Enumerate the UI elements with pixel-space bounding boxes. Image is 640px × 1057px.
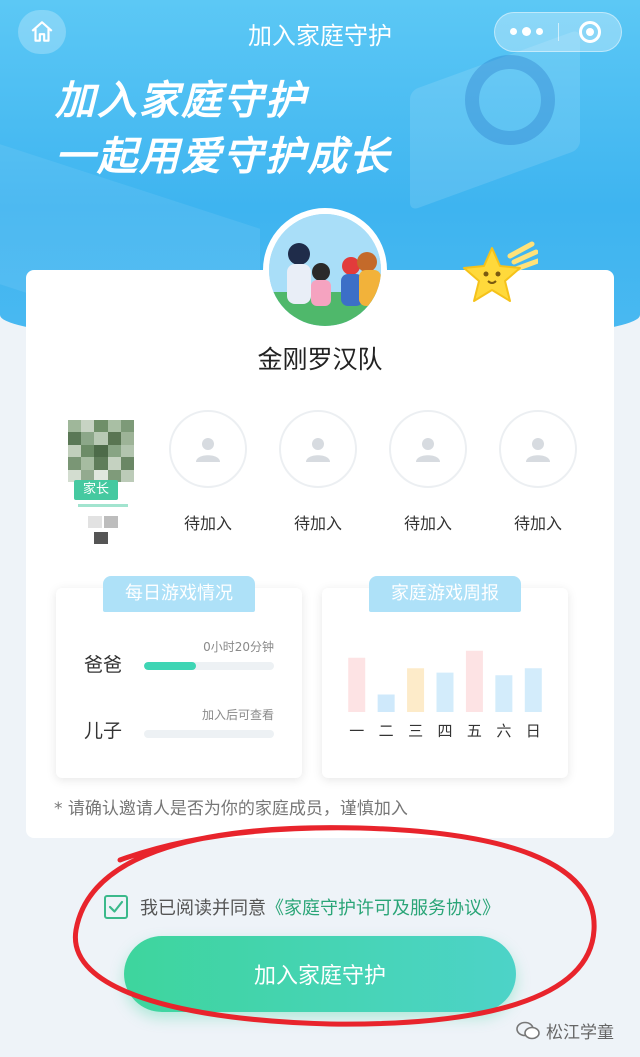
blurred-nickname [88, 516, 118, 528]
weekly-bar-chart: 一二三四五六日 [348, 650, 542, 740]
pending-label: 待加入 [183, 514, 232, 533]
weekly-report-title: 家庭游戏周报 [369, 576, 521, 612]
chart-day-label: 五 [467, 722, 482, 740]
user-placeholder-icon [196, 438, 220, 462]
parent-member[interactable]: 家长 [68, 420, 138, 544]
daily-game-panel: 每日游戏情况 0小时20分钟 爸爸 加入后可查看 儿子 [56, 576, 302, 778]
navigation-bar: 加入家庭守护 [0, 0, 640, 64]
parent-underline [78, 504, 128, 507]
chart-bar [495, 675, 513, 712]
chart-day-label: 六 [496, 722, 511, 740]
menu-capsule [494, 12, 622, 52]
agreement-prefix: 我已阅读并同意 [140, 898, 266, 919]
agreement-checkbox[interactable] [104, 895, 128, 919]
join-button[interactable]: 加入家庭守护 [124, 936, 516, 1012]
close-button[interactable] [559, 13, 622, 51]
dad-progress-fill [144, 662, 196, 670]
blurred-nickname [94, 532, 108, 544]
hero-decoration [465, 55, 555, 145]
pending-label: 待加入 [293, 514, 342, 533]
family-illustration [269, 214, 381, 326]
watermark-text: 松江学童 [546, 1023, 614, 1043]
agreement-link[interactable]: 《家庭守护许可及服务协议》 [266, 894, 500, 920]
check-icon [108, 900, 124, 913]
chart-bar [348, 657, 366, 712]
parent-badge: 家长 [74, 480, 118, 500]
chart-bar [524, 668, 542, 712]
chart-bar [377, 694, 395, 712]
agreement-row: 我已阅读并同意 《家庭守护许可及服务协议》 [104, 894, 500, 920]
pending-label: 待加入 [513, 514, 562, 533]
add-member-slot[interactable] [279, 410, 357, 488]
slogan-line-1: 加入家庭守护 [55, 78, 307, 124]
chart-day-label: 一 [349, 722, 364, 740]
slogan-line-2: 一起用爱守护成长 [55, 134, 391, 180]
daily-game-title: 每日游戏情况 [103, 576, 255, 612]
chart-bar [436, 672, 454, 712]
star-icon [463, 241, 538, 302]
son-playtime: 加入后可查看 [201, 708, 274, 722]
chart-day-label: 日 [526, 722, 541, 740]
user-placeholder-icon [306, 438, 330, 462]
pending-member: 待加入 [278, 410, 358, 534]
add-member-slot[interactable] [499, 410, 577, 488]
son-label: 儿子 [84, 720, 123, 742]
son-progress-bar [144, 730, 274, 738]
pending-member: 待加入 [168, 410, 248, 534]
pending-label: 待加入 [403, 514, 452, 533]
chart-bar [465, 650, 483, 712]
weekly-report-panel[interactable]: 家庭游戏周报 一二三四五六日 [322, 576, 568, 778]
dad-progress-bar [144, 662, 274, 670]
wechat-icon [516, 1021, 540, 1039]
user-placeholder-icon [416, 438, 440, 462]
blurred-avatar [68, 420, 134, 482]
chart-day-label: 二 [379, 722, 394, 740]
watermark: 松江学童 [516, 1018, 614, 1043]
add-member-slot[interactable] [169, 410, 247, 488]
team-name: 金刚罗汉队 [257, 345, 383, 374]
target-close-icon [578, 21, 601, 43]
chart-day-label: 四 [437, 722, 452, 740]
pending-member: 待加入 [388, 410, 468, 534]
more-dots-icon [509, 27, 543, 36]
team-avatar [263, 208, 387, 332]
user-placeholder-icon [526, 438, 550, 462]
dad-label: 爸爸 [84, 654, 123, 676]
chart-bar [407, 668, 425, 712]
more-button[interactable] [495, 13, 558, 51]
chart-day-label: 三 [408, 722, 423, 740]
pending-member: 待加入 [498, 410, 578, 534]
dad-playtime: 0小时20分钟 [203, 640, 274, 654]
add-member-slot[interactable] [389, 410, 467, 488]
notice-text: * 请确认邀请人是否为你的家庭成员，谨慎加入 [54, 799, 408, 819]
